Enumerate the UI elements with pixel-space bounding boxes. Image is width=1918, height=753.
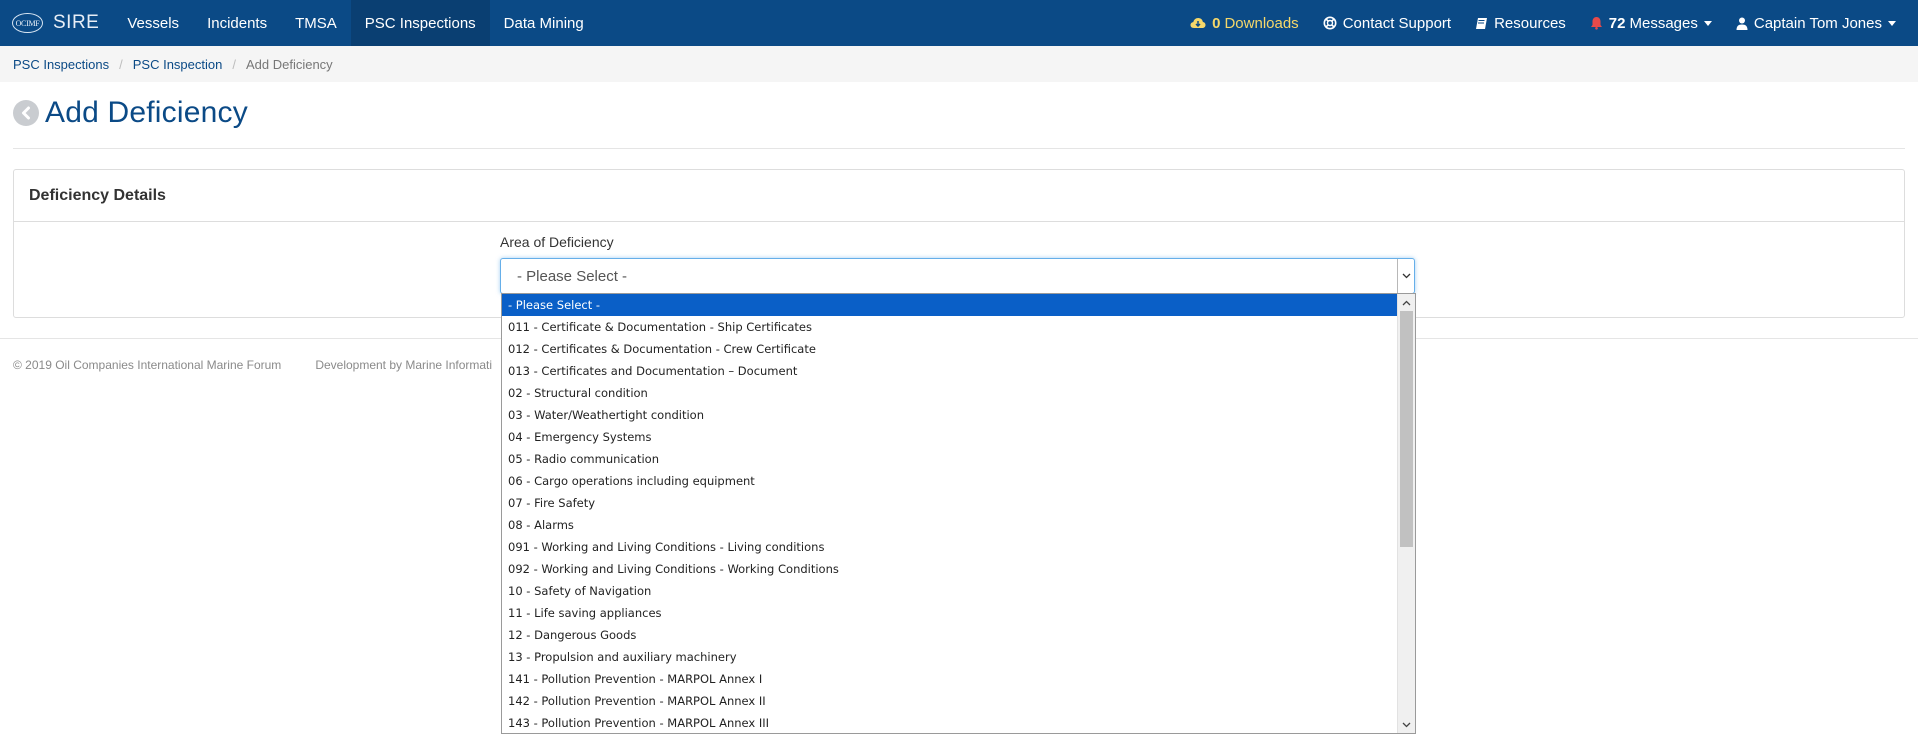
chevron-down-icon[interactable] (1397, 259, 1414, 293)
messages-dropdown[interactable]: 72 Messages (1578, 0, 1724, 46)
nav-incidents[interactable]: Incidents (193, 0, 281, 46)
brand[interactable]: OCIMF SIRE (0, 0, 113, 46)
breadcrumb-current: Add Deficiency (245, 56, 333, 72)
area-of-deficiency-select[interactable]: - Please Select - (500, 258, 1415, 294)
messages-count: 72 (1608, 14, 1626, 32)
footer-copyright: © 2019 Oil Companies International Marin… (13, 358, 282, 372)
option-item[interactable]: 05 - Radio communication (502, 448, 1398, 470)
option-item[interactable]: 091 - Working and Living Conditions - Li… (502, 536, 1398, 558)
scroll-up-icon[interactable] (1398, 294, 1415, 311)
breadcrumb-separator: / (119, 56, 123, 72)
downloads-label: Downloads (1224, 14, 1299, 32)
footer-development: Development by Marine Informati (315, 358, 493, 372)
divider (13, 148, 1905, 149)
breadcrumb-psc-inspections[interactable]: PSC Inspections (13, 57, 109, 72)
user-menu[interactable]: Captain Tom Jones (1724, 0, 1908, 46)
option-item[interactable]: 07 - Fire Safety (502, 492, 1398, 514)
option-item[interactable]: 12 - Dangerous Goods (502, 624, 1398, 646)
breadcrumb-psc-inspection[interactable]: PSC Inspection (133, 57, 223, 72)
nav-vessels[interactable]: Vessels (113, 0, 193, 46)
nav-data-mining[interactable]: Data Mining (490, 0, 598, 46)
options-list: - Please Select -011 - Certificate & Doc… (502, 294, 1398, 733)
option-item[interactable]: 012 - Certificates & Documentation - Cre… (502, 338, 1398, 360)
user-icon (1736, 17, 1748, 30)
option-item[interactable]: - Please Select - (502, 294, 1398, 316)
nav-tmsa[interactable]: TMSA (281, 0, 351, 46)
user-name: Captain Tom Jones (1753, 14, 1882, 32)
area-of-deficiency-label: Area of Deficiency (500, 234, 614, 250)
messages-label: Messages (1629, 14, 1698, 32)
option-item[interactable]: 143 - Pollution Prevention - MARPOL Anne… (502, 712, 1398, 733)
scroll-down-icon[interactable] (1398, 716, 1415, 733)
option-item[interactable]: 08 - Alarms (502, 514, 1398, 536)
ocimf-logo: OCIMF (12, 13, 43, 33)
option-item[interactable]: 13 - Propulsion and auxiliary machinery (502, 646, 1398, 668)
book-icon (1475, 17, 1488, 30)
scrollbar-thumb[interactable] (1400, 311, 1413, 547)
options-scrollbar[interactable] (1397, 294, 1415, 733)
top-navbar: OCIMF SIRE Vessels Incidents TMSA PSC In… (0, 0, 1918, 46)
option-item[interactable]: 03 - Water/Weathertight condition (502, 404, 1398, 426)
option-item[interactable]: 11 - Life saving appliances (502, 602, 1398, 624)
life-ring-icon (1323, 16, 1337, 30)
logo-text: OCIMF (15, 18, 40, 28)
select-value: - Please Select - (517, 267, 628, 285)
option-item[interactable]: 013 - Certificates and Documentation – D… (502, 360, 1398, 382)
page-title: Add Deficiency (45, 96, 248, 129)
option-item[interactable]: 141 - Pollution Prevention - MARPOL Anne… (502, 668, 1398, 690)
breadcrumb-separator: / (232, 56, 236, 72)
contact-support-label: Contact Support (1342, 14, 1452, 32)
downloads-count: 0 (1212, 14, 1221, 32)
option-item[interactable]: 10 - Safety of Navigation (502, 580, 1398, 602)
back-arrow-icon[interactable] (13, 100, 39, 126)
area-of-deficiency-options[interactable]: - Please Select -011 - Certificate & Doc… (501, 293, 1416, 734)
cloud-download-icon (1190, 17, 1206, 29)
panel-heading: Deficiency Details (14, 170, 1904, 222)
brand-name: SIRE (53, 12, 100, 33)
chevron-down-icon (1703, 20, 1712, 26)
option-item[interactable]: 011 - Certificate & Documentation - Ship… (502, 316, 1398, 338)
breadcrumb: PSC Inspections / PSC Inspection / Add D… (0, 46, 1918, 82)
bell-icon (1590, 16, 1603, 30)
option-item[interactable]: 092 - Working and Living Conditions - Wo… (502, 558, 1398, 580)
chevron-down-icon (1888, 20, 1896, 26)
option-item[interactable]: 04 - Emergency Systems (502, 426, 1398, 448)
footer: © 2019 Oil Companies International Marin… (13, 358, 492, 372)
option-item[interactable]: 02 - Structural condition (502, 382, 1398, 404)
resources-link[interactable]: Resources (1463, 0, 1578, 46)
option-item[interactable]: 06 - Cargo operations including equipmen… (502, 470, 1398, 492)
page-header: Add Deficiency (13, 96, 248, 130)
nav-psc-inspections[interactable]: PSC Inspections (350, 0, 490, 46)
downloads-link[interactable]: 0 Downloads (1178, 0, 1311, 46)
resources-label: Resources (1494, 14, 1566, 32)
contact-support-link[interactable]: Contact Support (1311, 0, 1463, 46)
option-item[interactable]: 142 - Pollution Prevention - MARPOL Anne… (502, 690, 1398, 712)
